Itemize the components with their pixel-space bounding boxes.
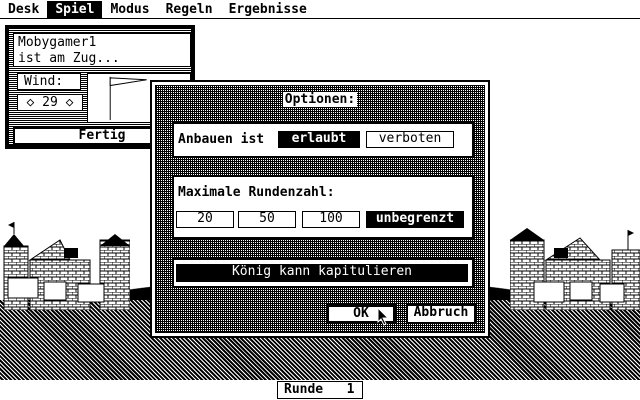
castle-right-graphic [509, 228, 640, 311]
rounds-50-button[interactable]: 50 [238, 211, 296, 228]
mouse-pointer-icon [377, 307, 390, 326]
max-rounds-label: Maximale Rundenzahl: [178, 185, 335, 200]
left-castle [0, 220, 131, 311]
max-rounds-option-group: Maximale Rundenzahl: 20 50 100 unbegrenz… [172, 175, 474, 239]
menu-spiel[interactable]: Spiel [47, 0, 103, 18]
turn-message: Mobygamer1 ist am Zug... [13, 33, 191, 67]
rounds-unlimited-button[interactable]: unbegrenzt [366, 211, 464, 228]
menu-desk[interactable]: Desk [0, 1, 47, 18]
dialog-title-text: Optionen: [282, 92, 358, 107]
building-forbidden-button[interactable]: verboten [366, 131, 454, 148]
castle-left-graphic [3, 222, 131, 311]
menu-ergebnisse[interactable]: Ergebnisse [221, 1, 315, 18]
building-allowed-button[interactable]: erlaubt [278, 131, 360, 148]
round-label: Runde [284, 382, 324, 397]
rounds-20-button[interactable]: 20 [176, 211, 234, 228]
right-castle [509, 220, 640, 311]
turn-status-text: ist am Zug... [18, 51, 120, 66]
wind-value-stepper[interactable]: ◇ 29 ◇ [17, 94, 83, 111]
menu-bar: Desk Spiel Modus Regeln Ergebnisse [0, 0, 640, 19]
options-dialog: Optionen: Anbauen ist erlaubt verboten M… [150, 80, 490, 338]
menu-regeln[interactable]: Regeln [158, 1, 221, 18]
building-option-group: Anbauen ist erlaubt verboten [172, 122, 474, 158]
round-value: 1 [346, 382, 355, 397]
wind-label: Wind: [17, 73, 81, 90]
dialog-title: Optionen: [152, 92, 488, 107]
building-label: Anbauen ist [178, 132, 265, 147]
round-counter: Runde 1 [277, 381, 363, 399]
menu-modus[interactable]: Modus [102, 1, 157, 18]
king-option-group: König kann kapitulieren [172, 258, 474, 288]
rounds-100-button[interactable]: 100 [302, 211, 360, 228]
king-can-surrender-button[interactable]: König kann kapitulieren [176, 264, 468, 282]
turn-player-name: Mobygamer1 [18, 35, 97, 50]
cancel-button[interactable]: Abbruch [406, 304, 476, 324]
